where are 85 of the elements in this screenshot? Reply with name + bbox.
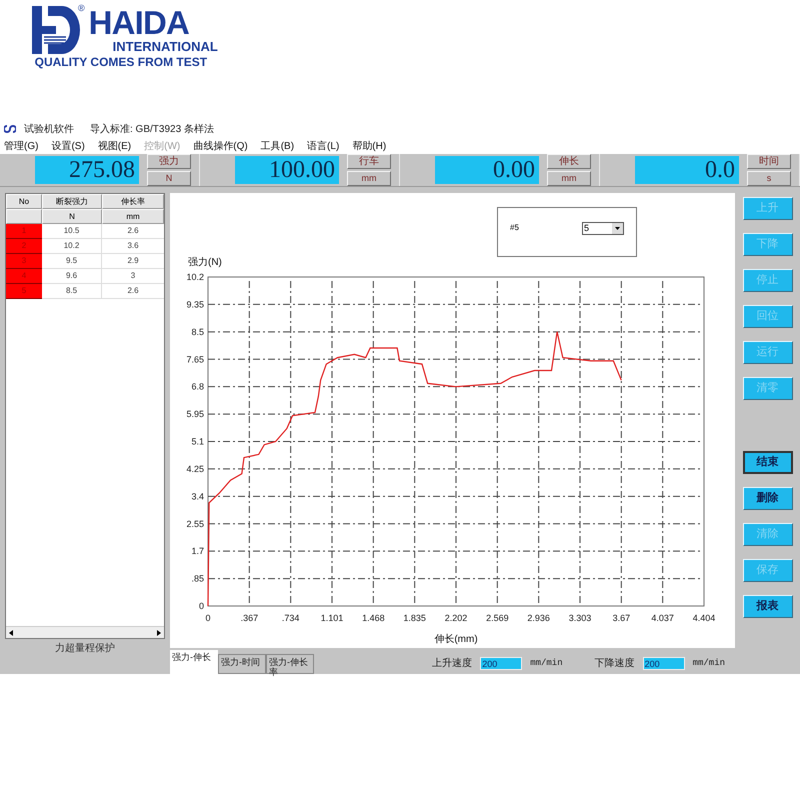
y-tick-label: 2.55 <box>186 518 204 529</box>
x-tick-label: .734 <box>282 613 300 623</box>
readout-unit: s <box>747 171 791 186</box>
y-tick-label: 4.25 <box>186 464 204 474</box>
control-button[interactable]: 报表 <box>742 595 792 618</box>
control-button[interactable]: 删除 <box>742 487 792 510</box>
x-axis-label: 伸长(mm) <box>434 634 478 645</box>
readout-unit: N <box>147 171 191 186</box>
table-cell: 2.6 <box>102 224 164 239</box>
table-cell: 3 <box>102 269 164 284</box>
chart-tab[interactable]: 强力-伸长率 <box>266 654 314 674</box>
x-tick-label: 1.101 <box>320 613 344 623</box>
menu-item[interactable]: 帮助(H) <box>352 138 386 154</box>
x-tick-label: 3.67 <box>612 613 630 623</box>
speed-label: 下降速度 <box>594 656 635 671</box>
table-cell: 10.5 <box>42 224 102 239</box>
y-tick-label: 1.7 <box>191 546 204 556</box>
table-cell: 10.2 <box>42 239 102 254</box>
speed-unit: mm/min <box>530 656 563 670</box>
column-header: 伸长率 <box>102 194 164 209</box>
x-tick-label: 0 <box>206 613 210 623</box>
menu-item[interactable]: 设置(S) <box>51 138 85 154</box>
table-cell: 2.9 <box>102 254 164 269</box>
readout-label: 伸长 <box>547 154 591 169</box>
registered-mark: ® <box>78 2 85 15</box>
readout-display: 275.08 <box>35 156 139 184</box>
brand-name: HAIDA <box>88 6 190 39</box>
table-cell: 9.6 <box>42 269 102 284</box>
speed-field[interactable]: 200 <box>642 657 685 670</box>
control-button[interactable]: 结束 <box>742 451 792 474</box>
table-cell: 3.6 <box>102 239 164 254</box>
x-tick-label: 4.404 <box>692 613 716 623</box>
app-icon <box>4 125 16 133</box>
y-tick-label: 0 <box>198 601 204 611</box>
x-tick-label: 1.835 <box>403 613 426 623</box>
table-cell: 8.5 <box>42 284 102 299</box>
readout-display: 100.00 <box>235 156 339 184</box>
y-tick-label: 10.2 <box>186 272 204 282</box>
y-tick-label: 9.35 <box>186 299 204 310</box>
overload-status: 力超量程保护 <box>54 642 116 656</box>
readout-unit: mm <box>347 171 391 186</box>
x-tick-label: 4.037 <box>651 613 674 623</box>
y-tick-label: 8.5 <box>191 326 204 337</box>
chart-tab[interactable]: 强力-伸长 <box>170 650 218 674</box>
column-header: 断裂强力 <box>42 194 102 209</box>
x-tick-label: 2.569 <box>486 613 509 623</box>
readout-display: 0.00 <box>435 156 539 184</box>
sample-label: #5 <box>510 222 519 234</box>
x-tick-label: 2.202 <box>444 613 468 623</box>
x-tick-label: .367 <box>240 613 258 623</box>
x-tick-label: 3.303 <box>568 613 592 623</box>
readout-label: 行车 <box>347 154 391 169</box>
table-cell: 2.6 <box>102 284 164 299</box>
chart-tab[interactable]: 强力-时间 <box>218 654 266 674</box>
standard-title: 导入标准: GB/T3923 条样法 <box>90 122 214 136</box>
y-tick-label: .85 <box>191 574 204 584</box>
y-tick-label: 6.8 <box>191 382 204 392</box>
readout-display: 0.0 <box>635 156 739 184</box>
menu-item[interactable]: 曲线操作(Q) <box>193 138 248 154</box>
speed-unit: mm/min <box>692 656 725 670</box>
brand-slogan: QUALITY COMES FROM TEST <box>34 56 208 68</box>
unit-header: mm <box>102 209 164 224</box>
x-tick-label: 1.468 <box>362 613 385 623</box>
table-cell: 9.5 <box>42 254 102 269</box>
readout-label: 强力 <box>147 154 191 169</box>
speed-label: 上升速度 <box>432 656 472 671</box>
speed-field[interactable]: 200 <box>480 657 522 670</box>
y-tick-label: 7.65 <box>186 354 204 364</box>
horizontal-scrollbar[interactable] <box>6 626 164 638</box>
menu-item[interactable]: 语言(L) <box>307 138 340 154</box>
unit-header: N <box>42 209 102 224</box>
readout-label: 时间 <box>747 154 791 169</box>
y-tick-label: 3.4 <box>191 491 204 502</box>
y-axis-label: 强力(N) <box>188 257 222 268</box>
x-tick-label: 2.936 <box>527 613 550 623</box>
menu-item[interactable]: 视图(E) <box>98 138 132 154</box>
y-tick-label: 5.95 <box>186 409 204 420</box>
readout-unit: mm <box>547 171 591 186</box>
app-title: 试验机软件 <box>24 122 74 136</box>
brand-subtitle: INTERNATIONAL <box>112 40 218 53</box>
y-tick-label: 5.1 <box>191 436 204 446</box>
column-header: No <box>6 194 42 209</box>
sample-dropdown[interactable]: 5 <box>582 222 624 235</box>
menu-item[interactable]: 管理(G) <box>4 138 38 154</box>
menu-item[interactable]: 工具(B) <box>260 138 294 154</box>
